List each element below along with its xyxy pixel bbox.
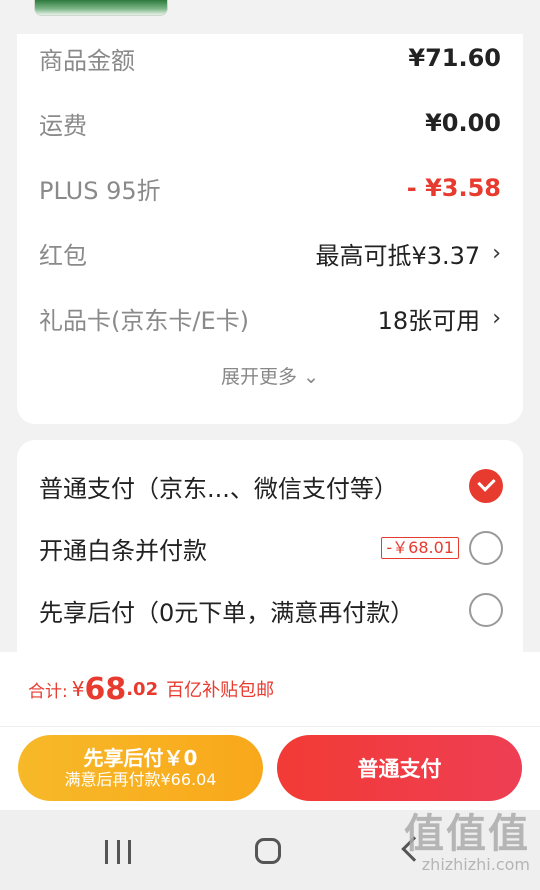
nav-home-icon[interactable] <box>255 838 281 864</box>
radio-empty-icon[interactable] <box>469 531 503 565</box>
pay-later-subtitle: 满意后再付款¥66.04 <box>64 770 217 789</box>
total-note: 百亿补贴包邮 <box>166 680 275 701</box>
pay-option-normal[interactable]: 普通支付（京东...、微信支付等） <box>39 464 503 508</box>
red-packet-label: 红包 <box>39 241 87 270</box>
shipping-label: 运费 <box>39 111 87 140</box>
pay-option-normal-label: 普通支付（京东...、微信支付等） <box>39 474 398 503</box>
action-bar: 先享后付￥0 满意后再付款¥66.04 普通支付 <box>0 727 540 810</box>
check-icon[interactable] <box>469 469 503 503</box>
total-integer: 68 <box>84 671 127 707</box>
pay-later-title: 先享后付￥0 <box>83 746 198 770</box>
goods-amount-value: ¥71.60 <box>408 44 501 72</box>
pay-option-pay-later-label: 先享后付（0元下单，满意再付款） <box>39 598 415 627</box>
gift-card-value: 18张可用 <box>377 306 481 335</box>
total-currency: ¥ <box>71 677 85 701</box>
gift-card-value-wrap: 18张可用 › <box>378 301 501 336</box>
expand-more-label: 展开更多 <box>221 366 298 388</box>
goods-amount-label: 商品金额 <box>39 46 135 75</box>
summary-row-plus-discount: PLUS 95折 - ¥3.58 <box>39 168 501 208</box>
summary-row-goods-amount: 商品金额 ¥71.60 <box>39 38 501 78</box>
normal-pay-button[interactable]: 普通支付 <box>277 735 522 801</box>
pay-option-baitiao[interactable]: 开通白条并付款 -￥68.01 <box>39 526 503 570</box>
plus-discount-label: PLUS 95折 <box>39 176 161 205</box>
pay-option-baitiao-right: -￥68.01 <box>381 531 503 565</box>
pay-option-baitiao-label: 开通白条并付款 <box>39 536 207 565</box>
summary-row-gift-card[interactable]: 礼品卡(京东卡/E卡) 18张可用 › <box>39 298 501 338</box>
total-bar: 合计: ¥ 68 .02 百亿补贴包邮 <box>0 652 540 727</box>
total-decimal: .02 <box>126 678 159 700</box>
payment-method-card: 普通支付（京东...、微信支付等） 开通白条并付款 -￥68.01 先享后付（0… <box>17 440 523 670</box>
red-packet-value: 最高可抵¥3.37 <box>315 241 481 270</box>
chevron-down-icon: ⌄ <box>303 366 319 388</box>
watermark-logo: 值值值 <box>404 811 530 857</box>
pay-option-pay-later[interactable]: 先享后付（0元下单，满意再付款） <box>39 588 503 632</box>
red-packet-value-wrap: 最高可抵¥3.37 › <box>315 236 501 271</box>
product-thumbnail <box>34 0 168 16</box>
summary-row-red-packet[interactable]: 红包 最高可抵¥3.37 › <box>39 233 501 273</box>
gift-card-label: 礼品卡(京东卡/E卡) <box>39 306 249 335</box>
expand-more-button[interactable]: 展开更多 ⌄ <box>17 362 523 389</box>
baitiao-discount-badge: -￥68.01 <box>381 537 459 559</box>
watermark-url: zhizhizhi.com <box>421 855 530 874</box>
chevron-right-icon: › <box>492 240 501 266</box>
order-summary-card: 商品金额 ¥71.60 运费 ¥0.00 PLUS 95折 - ¥3.58 红包… <box>17 34 523 424</box>
nav-recent-icon[interactable] <box>105 840 131 864</box>
pay-later-button[interactable]: 先享后付￥0 满意后再付款¥66.04 <box>18 735 263 801</box>
summary-row-shipping: 运费 ¥0.00 <box>39 103 501 143</box>
chevron-right-icon: › <box>492 305 501 331</box>
plus-discount-value: - ¥3.58 <box>406 174 501 202</box>
shipping-value: ¥0.00 <box>425 109 501 137</box>
radio-empty-icon[interactable] <box>469 593 503 627</box>
watermark: 值值值 zhizhizhi.com <box>400 812 530 882</box>
total-label: 合计: <box>28 681 68 702</box>
